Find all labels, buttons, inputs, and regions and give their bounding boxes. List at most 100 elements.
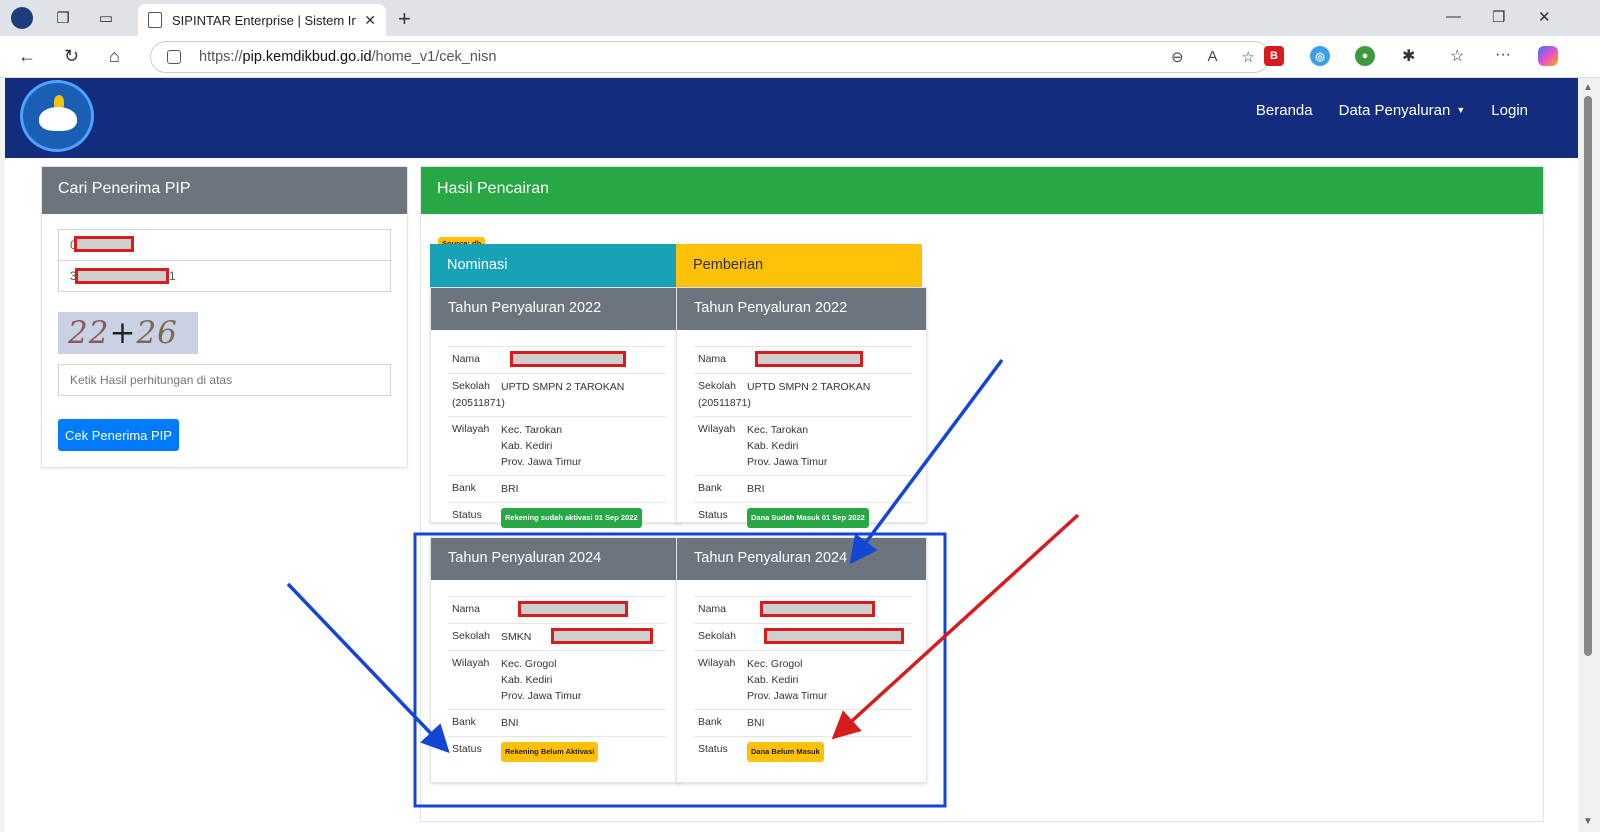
- row-status: Status Rekening sudah aktivasi 01 Sep 202…: [448, 502, 666, 533]
- value-wilayah-line: Kec. Grogol: [747, 658, 803, 670]
- row-wilayah: Wilayah Kec. Grogol Kab. Kediri Prov. Jawa …: [694, 650, 912, 709]
- nik-value-end: 1: [169, 269, 176, 283]
- captcha-image: 22+26: [58, 312, 198, 354]
- back-icon[interactable]: ←: [18, 46, 36, 67]
- nik-input[interactable]: 3 1: [58, 260, 391, 292]
- captcha-number-b: 26: [136, 315, 178, 351]
- zoom-icon[interactable]: ⊖: [1171, 48, 1184, 66]
- extensions-puzzle-icon[interactable]: ✱: [1402, 46, 1415, 66]
- label-nama: Nama: [452, 603, 481, 615]
- row-status: Status Dana Belum Masuk: [694, 736, 912, 767]
- more-menu-icon[interactable]: ···: [1495, 46, 1511, 64]
- nav-data-penyaluran[interactable]: Data Penyaluran ▼: [1339, 102, 1466, 119]
- label-sekolah: Sekolah: [452, 630, 490, 642]
- value-wilayah-line: Kab. Kediri: [501, 440, 553, 452]
- row-bank: Bank BNI: [694, 709, 912, 736]
- favorite-star-icon[interactable]: ☆: [1242, 48, 1255, 66]
- results-title: Hasil Pencairan: [421, 167, 1543, 214]
- close-window-icon[interactable]: ✕: [1538, 8, 1551, 26]
- value-wilayah-line: Prov. Jawa Timur: [747, 690, 828, 702]
- label-nama: Nama: [698, 603, 727, 615]
- status-badge: Rekening sudah aktivasi 01 Sep 2022: [501, 508, 642, 528]
- page-scrollbar[interactable]: ▲ ▼: [1578, 78, 1600, 832]
- url-domain: pip.kemdikbud.go.id: [242, 49, 372, 65]
- value-wilayah-line: Kec. Tarokan: [747, 424, 809, 436]
- workspaces-icon[interactable]: ❐: [52, 7, 74, 29]
- value-wilayah-line: Prov. Jawa Timur: [501, 690, 582, 702]
- address-bar[interactable]: https://pip.kemdikbud.go.id/home_v1/cek_…: [150, 41, 1270, 73]
- browser-toolbar: ← ↻ ⌂ https://pip.kemdikbud.go.id/home_v…: [0, 36, 1600, 78]
- result-card: Tahun Penyaluran 2024 Nama Sekolah Wilayah…: [676, 537, 927, 783]
- browser-tab-bar: ❐ ▭ SIPINTAR Enterprise | Sistem Infor ✕…: [0, 0, 1600, 36]
- search-panel-title: Cari Penerima PIP: [42, 167, 407, 214]
- minimize-icon[interactable]: —: [1446, 8, 1461, 25]
- tab-title: SIPINTAR Enterprise | Sistem Infor: [172, 12, 357, 28]
- tab-actions-icon[interactable]: ▭: [95, 7, 117, 29]
- page-icon: [148, 12, 162, 28]
- extension-b-icon[interactable]: B: [1264, 46, 1284, 66]
- read-aloud-icon[interactable]: A: [1208, 48, 1218, 66]
- captcha-answer-input[interactable]: [58, 364, 391, 396]
- new-tab-icon[interactable]: +: [398, 6, 411, 32]
- restore-icon[interactable]: ❐: [1492, 8, 1505, 26]
- profile-avatar-icon[interactable]: [11, 7, 33, 29]
- row-status: Status Dana Sudah Masuk 01 Sep 2022: [694, 502, 912, 533]
- nominasi-header: Nominasi: [430, 244, 676, 287]
- value-bank: BNI: [501, 717, 519, 729]
- results-panel: Hasil Pencairan Source: db Nominasi Pemb…: [420, 166, 1544, 822]
- nisn-input[interactable]: 0: [58, 229, 391, 261]
- nav-beranda[interactable]: Beranda: [1256, 102, 1313, 119]
- row-status: Status Rekening Belum Aktivasi: [448, 736, 666, 767]
- row-wilayah: Wilayah Kec. Grogol Kab. Kediri Prov. Jawa …: [448, 650, 666, 709]
- value-wilayah-line: Kec. Tarokan: [501, 424, 563, 436]
- copilot-icon[interactable]: [1538, 46, 1558, 66]
- row-sekolah: Sekolah UPTD SMPN 2 TAROKAN (20511871): [694, 373, 912, 416]
- label-nama: Nama: [452, 353, 481, 365]
- refresh-icon[interactable]: ↻: [64, 46, 79, 67]
- site-navbar: Beranda Data Penyaluran ▼ Login: [5, 78, 1578, 158]
- value-wilayah-line: Kec. Grogol: [501, 658, 557, 670]
- extension-globe-icon[interactable]: ●: [1355, 46, 1375, 66]
- cek-penerima-button[interactable]: Cek Penerima PIP: [58, 419, 179, 451]
- label-bank: Bank: [452, 716, 476, 728]
- url-path: /home_v1/cek_nisn: [371, 49, 497, 65]
- label-bank: Bank: [452, 482, 476, 494]
- row-sekolah: Sekolah UPTD SMPN 2 TAROKAN (20511871): [448, 373, 666, 416]
- kemdikbud-logo[interactable]: [20, 80, 94, 152]
- redaction-box: [510, 351, 626, 367]
- label-wilayah: Wilayah: [698, 423, 736, 435]
- row-nama: Nama: [694, 346, 912, 373]
- browser-tab-active[interactable]: SIPINTAR Enterprise | Sistem Infor ✕: [138, 4, 386, 36]
- scrollbar-thumb[interactable]: [1584, 96, 1592, 656]
- nav-login[interactable]: Login: [1491, 102, 1528, 119]
- caret-down-icon: ▼: [1456, 105, 1466, 115]
- label-wilayah: Wilayah: [452, 423, 490, 435]
- label-sekolah: Sekolah: [698, 630, 736, 642]
- row-sekolah: Sekolah: [694, 623, 912, 650]
- close-tab-icon[interactable]: ✕: [364, 12, 376, 29]
- value-wilayah-line: Kab. Kediri: [501, 674, 553, 686]
- row-bank: Bank BNI: [448, 709, 666, 736]
- home-icon[interactable]: ⌂: [109, 46, 120, 67]
- label-status: Status: [698, 509, 728, 521]
- row-nama: Nama: [448, 596, 666, 623]
- row-bank: Bank BRI: [694, 475, 912, 502]
- favorites-icon[interactable]: ☆: [1450, 46, 1464, 66]
- value-wilayah-line: Prov. Jawa Timur: [501, 456, 582, 468]
- card-year-title: Tahun Penyaluran 2022: [431, 288, 680, 330]
- scroll-up-icon[interactable]: ▲: [1583, 82, 1593, 93]
- label-wilayah: Wilayah: [452, 657, 490, 669]
- redaction-box: [760, 601, 875, 617]
- redaction-box: [764, 628, 904, 644]
- row-wilayah: Wilayah Kec. Tarokan Kab. Kediri Prov. Jawa…: [694, 416, 912, 475]
- value-sekolah: SMKN: [501, 631, 532, 643]
- row-wilayah: Wilayah Kec. Tarokan Kab. Kediri Prov. Jawa…: [448, 416, 666, 475]
- extension-translate-icon[interactable]: ◎: [1310, 46, 1330, 66]
- label-status: Status: [452, 509, 482, 521]
- label-status: Status: [452, 743, 482, 755]
- label-sekolah: Sekolah: [698, 380, 736, 392]
- lock-icon: [167, 50, 181, 64]
- label-bank: Bank: [698, 482, 722, 494]
- scroll-down-icon[interactable]: ▼: [1583, 816, 1593, 827]
- value-bank: BRI: [501, 483, 519, 495]
